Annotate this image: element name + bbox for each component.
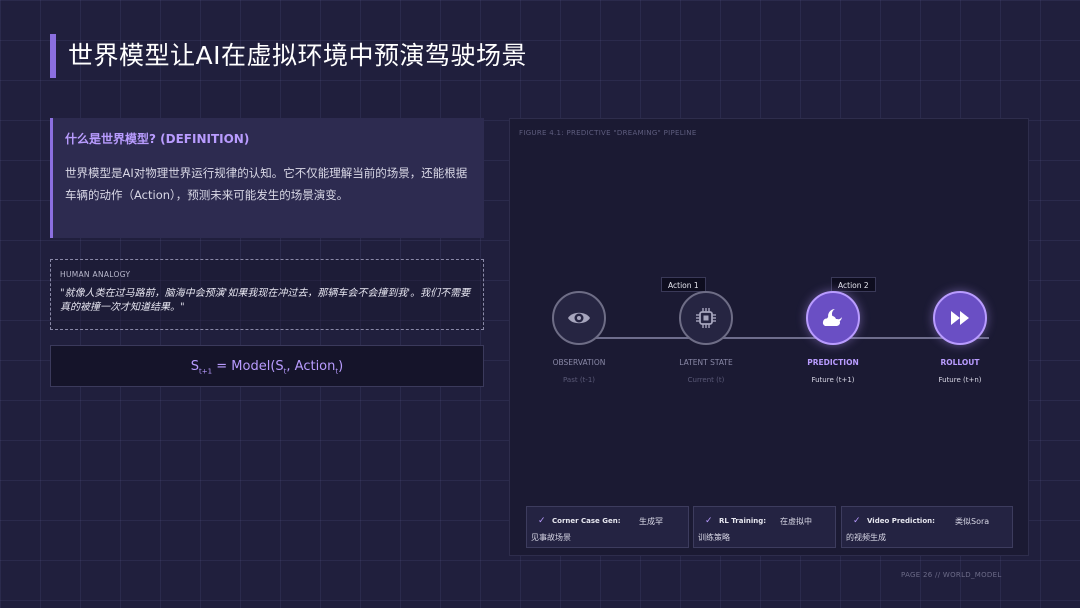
latent-state-node	[679, 291, 733, 345]
observation-node	[552, 291, 606, 345]
stage-sub-observation: Past (t-1)	[563, 376, 595, 384]
card-rl-training: ✓ RL Training: 在虚拟中 训练策略	[693, 506, 836, 548]
stage-label-prediction: PREDICTION	[807, 358, 859, 367]
formula: St+1 = Model(St, Actiont)	[51, 346, 483, 388]
stage-label-latent: LATENT STATE	[679, 358, 733, 367]
prediction-node	[806, 291, 860, 345]
pipeline-track	[578, 337, 989, 339]
definition-panel: 什么是世界模型? (DEFINITION) 世界模型是AI对物理世界运行规律的认…	[50, 118, 484, 238]
analogy-box: HUMAN ANALOGY "就像人类在过马路前，脑海中会预演'如果我现在冲过去…	[50, 259, 484, 330]
card-value-cont: 训练策略	[698, 533, 730, 542]
card-value-cont: 见事故场景	[531, 533, 571, 542]
pipeline-figure: FIGURE 4.1: PREDICTIVE "DREAMING" PIPELI…	[509, 118, 1029, 556]
stage-label-observation: OBSERVATION	[552, 358, 606, 367]
cloud-moon-icon	[822, 309, 842, 326]
card-value: 在虚拟中	[780, 517, 812, 526]
stage-sub-prediction: Future (t+1)	[811, 376, 855, 384]
definition-heading: 什么是世界模型? (DEFINITION)	[65, 132, 250, 146]
stage-label-rollout: ROLLOUT	[940, 358, 980, 367]
formula-close: )	[338, 359, 344, 374]
analogy-text: "就像人类在过马路前，脑海中会预演'如果我现在冲过去，那辆车会不会撞到我'。我们…	[60, 288, 471, 313]
stage-sub-latent: Current (t)	[687, 376, 725, 384]
card-video-prediction: ✓ Video Prediction: 类似Sora 的视频生成	[841, 506, 1013, 548]
analogy-label: HUMAN ANALOGY	[60, 270, 131, 279]
formula-box: St+1 = Model(St, Actiont)	[50, 345, 484, 387]
action-tag-1: Action 1	[661, 277, 706, 292]
formula-action: , Action	[286, 359, 336, 374]
eye-icon	[568, 312, 590, 324]
check-icon: ✓	[705, 516, 713, 526]
card-key: Corner Case Gen:	[552, 517, 621, 525]
card-value-cont: 的视频生成	[846, 533, 886, 542]
formula-model: = Model(S	[212, 359, 284, 374]
stage-sub-rollout: Future (t+n)	[938, 376, 982, 384]
check-icon: ✓	[538, 516, 546, 526]
formula-sub-next: t+1	[199, 367, 213, 376]
action-tag-2: Action 2	[831, 277, 876, 292]
fast-forward-icon	[951, 311, 969, 325]
card-value: 生成罕	[639, 517, 663, 526]
page-footer: PAGE 26 // WORLD_MODEL	[901, 571, 1002, 579]
card-key: RL Training:	[719, 517, 767, 525]
figure-caption: FIGURE 4.1: PREDICTIVE "DREAMING" PIPELI…	[519, 129, 697, 137]
card-key: Video Prediction:	[867, 517, 935, 525]
formula-s: S	[190, 359, 200, 374]
card-value: 类似Sora	[955, 517, 990, 526]
page-title: 世界模型让AI在虚拟环境中预演驾驶场景	[68, 41, 527, 70]
chip-icon	[696, 308, 716, 328]
card-corner-case: ✓ Corner Case Gen: 生成罕 见事故场景	[526, 506, 689, 548]
check-icon: ✓	[853, 516, 861, 526]
definition-body: 世界模型是AI对物理世界运行规律的认知。它不仅能理解当前的场景，还能根据车辆的动…	[65, 166, 468, 202]
title-accent-bar	[50, 34, 56, 78]
rollout-node	[933, 291, 987, 345]
